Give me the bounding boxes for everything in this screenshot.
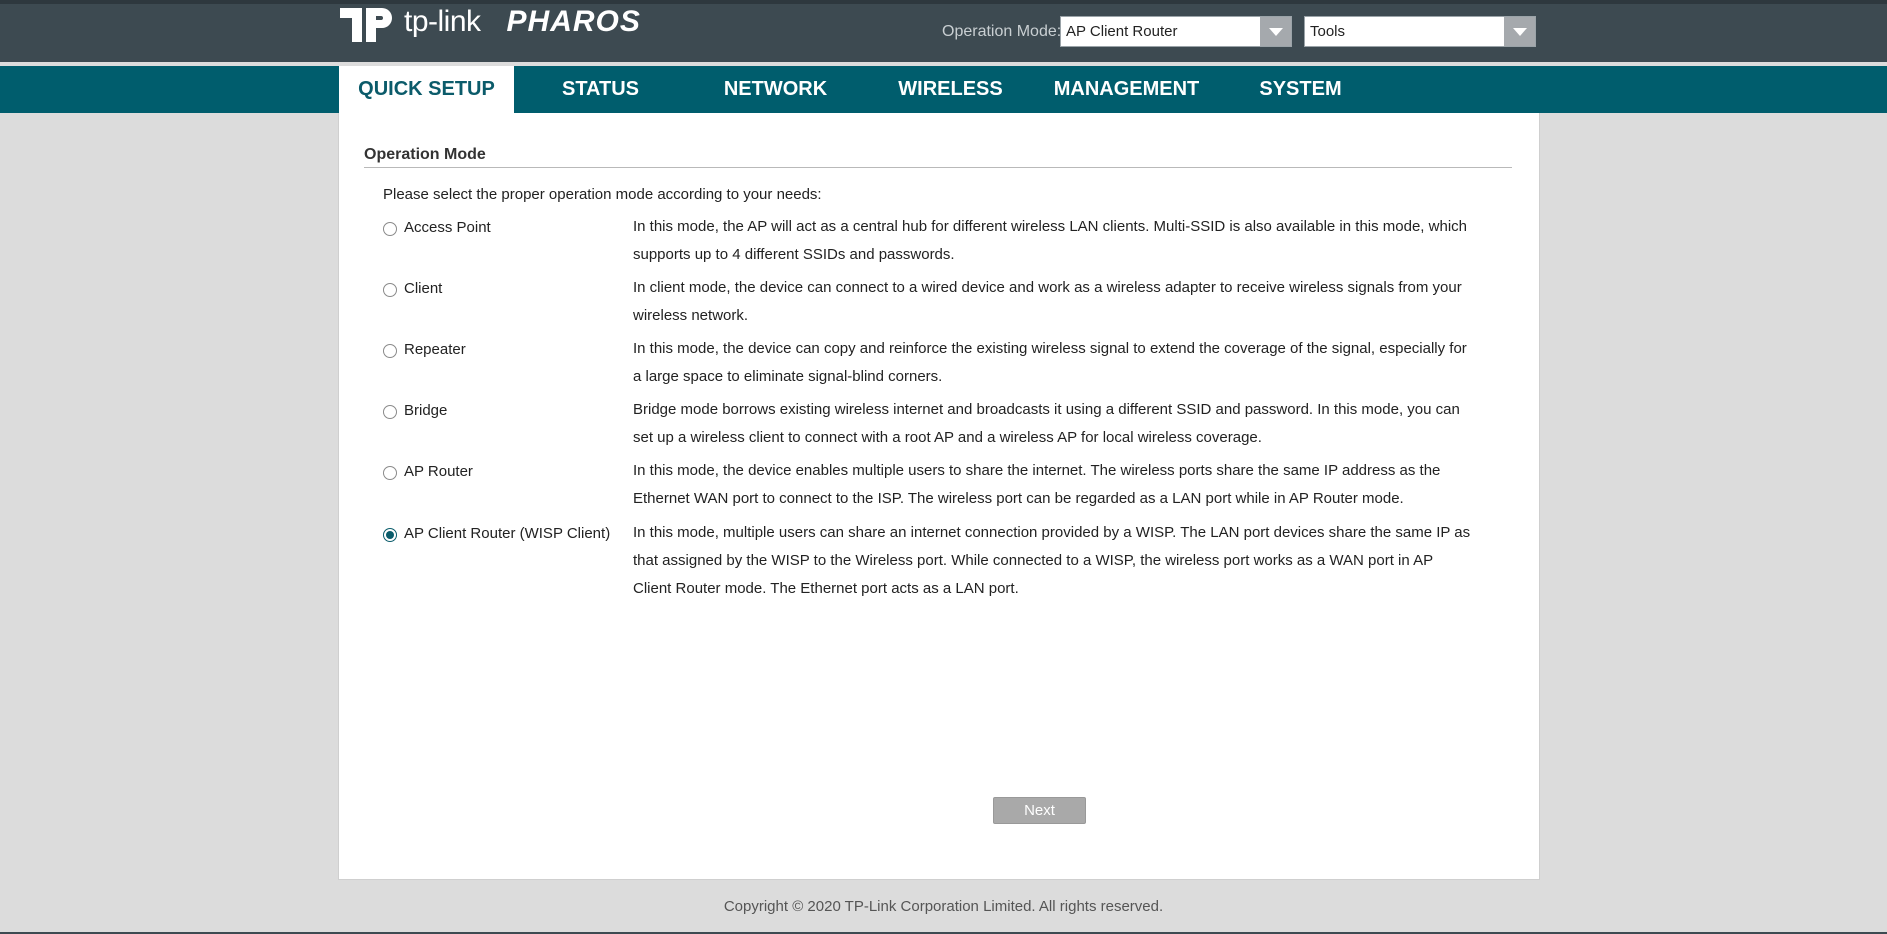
main-nav: QUICK SETUP STATUS NETWORK WIRELESS MANA…	[0, 66, 1887, 113]
nav-tab-wireless[interactable]: WIRELESS	[863, 66, 1038, 113]
nav-tab-management[interactable]: MANAGEMENT	[1039, 66, 1214, 113]
mode-description: In this mode, the AP will act as a centr…	[633, 218, 1467, 263]
mode-description: In this mode, the device enables multipl…	[633, 462, 1441, 507]
tools-value: Tools	[1310, 23, 1346, 40]
header-bar: tp-link PHAROS Operation Mode: AP Client…	[0, 0, 1887, 62]
operation-mode-value: AP Client Router	[1066, 23, 1178, 40]
copyright-footer: Copyright © 2020 TP-Link Corporation Lim…	[723, 898, 1164, 915]
radio-client[interactable]	[383, 283, 397, 297]
header-top-edge	[0, 0, 1887, 4]
next-button[interactable]: Next	[993, 797, 1086, 824]
operation-mode-dropdown-button[interactable]	[1260, 17, 1291, 46]
chevron-down-icon	[1512, 27, 1527, 36]
brand-name: tp-link	[404, 5, 481, 38]
mode-label[interactable]: Access Point	[404, 219, 491, 236]
content-panel: Operation Mode Please select the proper …	[338, 113, 1540, 880]
mode-label[interactable]: AP Router	[404, 463, 473, 480]
mode-label[interactable]: Bridge	[404, 402, 447, 419]
product-name: PHAROS	[506, 5, 641, 38]
radio-ap-router[interactable]	[383, 466, 397, 480]
tp-link-logo-icon	[340, 8, 392, 42]
section-divider	[364, 167, 1512, 168]
brand-logo: tp-link PHAROS	[338, 2, 641, 42]
radio-access-point[interactable]	[383, 222, 397, 236]
tools-dropdown-button[interactable]	[1504, 17, 1535, 46]
radio-repeater[interactable]	[383, 344, 397, 358]
mode-label[interactable]: Client	[404, 280, 442, 297]
mode-description: In this mode, the device can copy and re…	[633, 340, 1467, 385]
mode-description: In this mode, multiple users can share a…	[633, 524, 1471, 597]
operation-mode-select[interactable]: AP Client Router	[1060, 16, 1292, 47]
mode-description: In client mode, the device can connect t…	[633, 279, 1462, 324]
nav-tab-network[interactable]: NETWORK	[688, 66, 863, 113]
tools-select[interactable]: Tools	[1304, 16, 1536, 47]
mode-label[interactable]: AP Client Router (WISP Client)	[404, 525, 610, 542]
radio-ap-client-router[interactable]	[383, 528, 397, 542]
nav-tab-quick-setup[interactable]: QUICK SETUP	[339, 66, 514, 113]
section-title: Operation Mode	[364, 146, 486, 163]
chevron-down-icon	[1268, 27, 1283, 36]
intro-text: Please select the proper operation mode …	[383, 186, 822, 203]
nav-tab-status[interactable]: STATUS	[513, 66, 688, 113]
mode-label[interactable]: Repeater	[404, 341, 466, 358]
operation-mode-label: Operation Mode:	[942, 23, 1062, 40]
nav-tab-system[interactable]: SYSTEM	[1213, 66, 1388, 113]
radio-bridge[interactable]	[383, 405, 397, 419]
mode-description: Bridge mode borrows existing wireless in…	[633, 401, 1460, 446]
